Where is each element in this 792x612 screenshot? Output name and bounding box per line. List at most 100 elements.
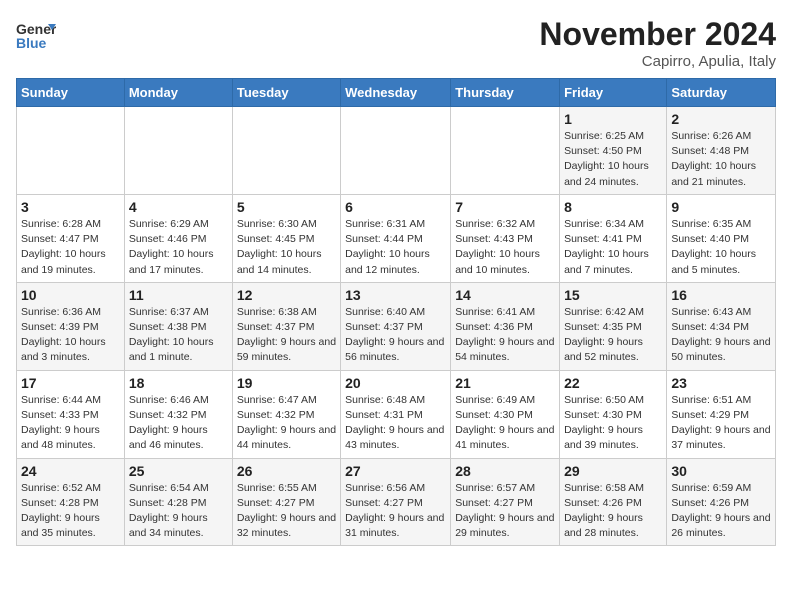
- calendar-cell: 27 Sunrise: 6:56 AM Sunset: 4:27 PM Dayli…: [341, 458, 451, 546]
- day-info: Sunrise: 6:40 AM Sunset: 4:37 PM Dayligh…: [345, 305, 446, 366]
- calendar-cell: 23 Sunrise: 6:51 AM Sunset: 4:29 PM Dayli…: [667, 370, 776, 458]
- day-number: 2: [671, 111, 771, 127]
- day-number: 12: [237, 287, 336, 303]
- day-header-sunday: Sunday: [17, 79, 125, 107]
- calendar-table: SundayMondayTuesdayWednesdayThursdayFrid…: [16, 78, 776, 546]
- day-info: Sunrise: 6:31 AM Sunset: 4:44 PM Dayligh…: [345, 217, 446, 278]
- calendar-cell: 16 Sunrise: 6:43 AM Sunset: 4:34 PM Dayli…: [667, 282, 776, 370]
- day-info: Sunrise: 6:52 AM Sunset: 4:28 PM Dayligh…: [21, 481, 120, 542]
- day-info: Sunrise: 6:51 AM Sunset: 4:29 PM Dayligh…: [671, 393, 771, 454]
- day-number: 17: [21, 375, 120, 391]
- calendar-cell: 15 Sunrise: 6:42 AM Sunset: 4:35 PM Dayli…: [560, 282, 667, 370]
- calendar-cell: [124, 107, 232, 195]
- day-number: 14: [455, 287, 555, 303]
- day-header-tuesday: Tuesday: [232, 79, 340, 107]
- day-number: 9: [671, 199, 771, 215]
- calendar-cell: 13 Sunrise: 6:40 AM Sunset: 4:37 PM Dayli…: [341, 282, 451, 370]
- day-number: 24: [21, 463, 120, 479]
- day-number: 15: [564, 287, 662, 303]
- day-info: Sunrise: 6:46 AM Sunset: 4:32 PM Dayligh…: [129, 393, 228, 454]
- location: Capirro, Apulia, Italy: [539, 53, 776, 70]
- calendar-cell: 1 Sunrise: 6:25 AM Sunset: 4:50 PM Daylig…: [560, 107, 667, 195]
- day-number: 7: [455, 199, 555, 215]
- calendar-cell: 4 Sunrise: 6:29 AM Sunset: 4:46 PM Daylig…: [124, 194, 232, 282]
- day-number: 13: [345, 287, 446, 303]
- calendar-cell: 21Sunrise: 6:49 AM Sunset: 4:30 PM Dayli…: [451, 370, 560, 458]
- day-number: 4: [129, 199, 228, 215]
- day-number: 16: [671, 287, 771, 303]
- calendar-cell: 3 Sunrise: 6:28 AM Sunset: 4:47 PM Daylig…: [17, 194, 125, 282]
- calendar-cell: 12 Sunrise: 6:38 AM Sunset: 4:37 PM Dayli…: [232, 282, 340, 370]
- calendar-cell: 19 Sunrise: 6:47 AM Sunset: 4:32 PM Dayli…: [232, 370, 340, 458]
- day-info: Sunrise: 6:57 AM Sunset: 4:27 PM Dayligh…: [455, 481, 555, 542]
- calendar-cell: 10Sunrise: 6:36 AM Sunset: 4:39 PM Dayli…: [17, 282, 125, 370]
- calendar-cell: [232, 107, 340, 195]
- day-info: Sunrise: 6:29 AM Sunset: 4:46 PM Dayligh…: [129, 217, 228, 278]
- page-header: General Blue November 2024 Capirro, Apul…: [16, 16, 776, 70]
- day-info: Sunrise: 6:35 AM Sunset: 4:40 PM Dayligh…: [671, 217, 771, 278]
- calendar-cell: 5 Sunrise: 6:30 AM Sunset: 4:45 PM Daylig…: [232, 194, 340, 282]
- calendar-cell: 14 Sunrise: 6:41 AM Sunset: 4:36 PM Dayli…: [451, 282, 560, 370]
- day-info: Sunrise: 6:56 AM Sunset: 4:27 PM Dayligh…: [345, 481, 446, 542]
- calendar-cell: 18 Sunrise: 6:46 AM Sunset: 4:32 PM Dayli…: [124, 370, 232, 458]
- calendar-week-5: 24 Sunrise: 6:52 AM Sunset: 4:28 PM Dayli…: [17, 458, 776, 546]
- calendar-cell: 2 Sunrise: 6:26 AM Sunset: 4:48 PM Daylig…: [667, 107, 776, 195]
- day-info: Sunrise: 6:42 AM Sunset: 4:35 PM Dayligh…: [564, 305, 662, 366]
- day-info: Sunrise: 6:44 AM Sunset: 4:33 PM Dayligh…: [21, 393, 120, 454]
- calendar-cell: 8Sunrise: 6:34 AM Sunset: 4:41 PM Daylig…: [560, 194, 667, 282]
- calendar-cell: 17 Sunrise: 6:44 AM Sunset: 4:33 PM Dayli…: [17, 370, 125, 458]
- day-number: 1: [564, 111, 662, 127]
- day-info: Sunrise: 6:32 AM Sunset: 4:43 PM Dayligh…: [455, 217, 555, 278]
- calendar-cell: 25 Sunrise: 6:54 AM Sunset: 4:28 PM Dayli…: [124, 458, 232, 546]
- logo: General Blue: [16, 16, 60, 56]
- calendar-cell: 26Sunrise: 6:55 AM Sunset: 4:27 PM Dayli…: [232, 458, 340, 546]
- day-header-friday: Friday: [560, 79, 667, 107]
- day-number: 19: [237, 375, 336, 391]
- calendar-cell: 28 Sunrise: 6:57 AM Sunset: 4:27 PM Dayli…: [451, 458, 560, 546]
- calendar-header-row: SundayMondayTuesdayWednesdayThursdayFrid…: [17, 79, 776, 107]
- calendar-cell: 22 Sunrise: 6:50 AM Sunset: 4:30 PM Dayli…: [560, 370, 667, 458]
- day-info: Sunrise: 6:38 AM Sunset: 4:37 PM Dayligh…: [237, 305, 336, 366]
- calendar-cell: 6 Sunrise: 6:31 AM Sunset: 4:44 PM Daylig…: [341, 194, 451, 282]
- month-title: November 2024: [539, 16, 776, 53]
- logo-icon: General Blue: [16, 16, 56, 56]
- calendar-cell: 9 Sunrise: 6:35 AM Sunset: 4:40 PM Daylig…: [667, 194, 776, 282]
- calendar-cell: [451, 107, 560, 195]
- day-number: 30: [671, 463, 771, 479]
- day-info: Sunrise: 6:26 AM Sunset: 4:48 PM Dayligh…: [671, 129, 771, 190]
- calendar-week-3: 10Sunrise: 6:36 AM Sunset: 4:39 PM Dayli…: [17, 282, 776, 370]
- day-info: Sunrise: 6:25 AM Sunset: 4:50 PM Dayligh…: [564, 129, 662, 190]
- day-number: 27: [345, 463, 446, 479]
- day-number: 18: [129, 375, 228, 391]
- day-number: 28: [455, 463, 555, 479]
- day-number: 11: [129, 287, 228, 303]
- day-number: 8: [564, 199, 662, 215]
- day-header-monday: Monday: [124, 79, 232, 107]
- day-info: Sunrise: 6:41 AM Sunset: 4:36 PM Dayligh…: [455, 305, 555, 366]
- day-number: 20: [345, 375, 446, 391]
- day-info: Sunrise: 6:30 AM Sunset: 4:45 PM Dayligh…: [237, 217, 336, 278]
- day-number: 10: [21, 287, 120, 303]
- day-number: 22: [564, 375, 662, 391]
- day-number: 3: [21, 199, 120, 215]
- day-info: Sunrise: 6:47 AM Sunset: 4:32 PM Dayligh…: [237, 393, 336, 454]
- day-number: 29: [564, 463, 662, 479]
- calendar-week-2: 3 Sunrise: 6:28 AM Sunset: 4:47 PM Daylig…: [17, 194, 776, 282]
- day-info: Sunrise: 6:43 AM Sunset: 4:34 PM Dayligh…: [671, 305, 771, 366]
- day-info: Sunrise: 6:58 AM Sunset: 4:26 PM Dayligh…: [564, 481, 662, 542]
- day-number: 25: [129, 463, 228, 479]
- day-info: Sunrise: 6:37 AM Sunset: 4:38 PM Dayligh…: [129, 305, 228, 366]
- day-number: 23: [671, 375, 771, 391]
- title-area: November 2024 Capirro, Apulia, Italy: [539, 16, 776, 70]
- day-info: Sunrise: 6:50 AM Sunset: 4:30 PM Dayligh…: [564, 393, 662, 454]
- day-number: 5: [237, 199, 336, 215]
- calendar-cell: 30Sunrise: 6:59 AM Sunset: 4:26 PM Dayli…: [667, 458, 776, 546]
- day-header-thursday: Thursday: [451, 79, 560, 107]
- day-info: Sunrise: 6:28 AM Sunset: 4:47 PM Dayligh…: [21, 217, 120, 278]
- svg-text:Blue: Blue: [16, 35, 47, 51]
- day-number: 21: [455, 375, 555, 391]
- day-info: Sunrise: 6:54 AM Sunset: 4:28 PM Dayligh…: [129, 481, 228, 542]
- calendar-cell: [17, 107, 125, 195]
- calendar-cell: 20Sunrise: 6:48 AM Sunset: 4:31 PM Dayli…: [341, 370, 451, 458]
- day-number: 6: [345, 199, 446, 215]
